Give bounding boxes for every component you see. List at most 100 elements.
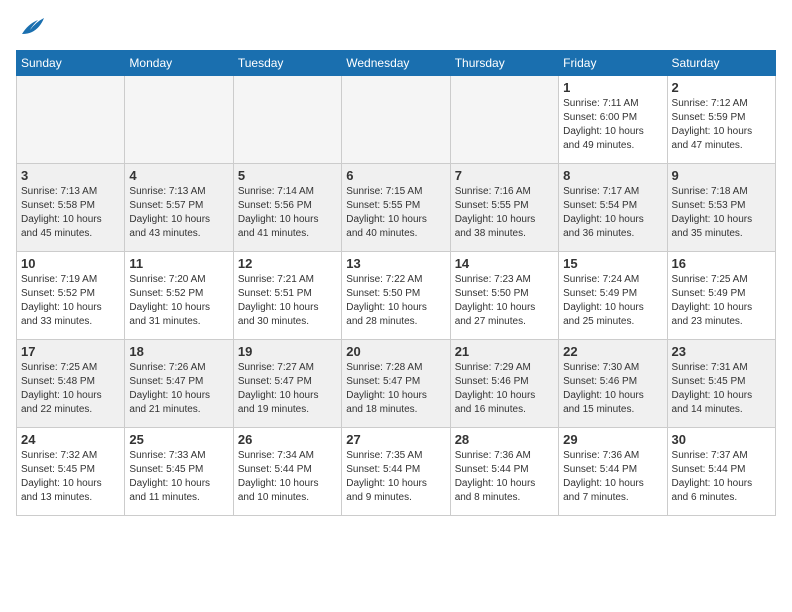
day-info: Sunrise: 7:12 AM Sunset: 5:59 PM Dayligh… xyxy=(672,97,771,153)
day-info: Sunrise: 7:33 AM Sunset: 5:45 PM Dayligh… xyxy=(129,449,228,505)
day-number: 21 xyxy=(455,344,554,359)
day-info: Sunrise: 7:19 AM Sunset: 5:52 PM Dayligh… xyxy=(21,273,120,329)
page-header xyxy=(16,16,776,38)
calendar-cell: 16Sunrise: 7:25 AM Sunset: 5:49 PM Dayli… xyxy=(667,252,775,340)
calendar-cell: 29Sunrise: 7:36 AM Sunset: 5:44 PM Dayli… xyxy=(559,428,667,516)
day-number: 20 xyxy=(346,344,445,359)
calendar-header-saturday: Saturday xyxy=(667,51,775,76)
calendar-header-row: SundayMondayTuesdayWednesdayThursdayFrid… xyxy=(17,51,776,76)
calendar-header-friday: Friday xyxy=(559,51,667,76)
day-number: 27 xyxy=(346,432,445,447)
calendar-cell: 3Sunrise: 7:13 AM Sunset: 5:58 PM Daylig… xyxy=(17,164,125,252)
calendar-cell: 18 Sunrise: 7:26 AM Sunset: 5:47 PM Dayli… xyxy=(125,340,233,428)
day-number: 7 xyxy=(455,168,554,183)
day-number: 4 xyxy=(129,168,228,183)
day-info: Sunrise: 7:16 AM Sunset: 5:55 PM Dayligh… xyxy=(455,185,554,241)
day-number: 11 xyxy=(129,256,228,271)
calendar-week-row-2: 3Sunrise: 7:13 AM Sunset: 5:58 PM Daylig… xyxy=(17,164,776,252)
calendar-cell: 7 Sunrise: 7:16 AM Sunset: 5:55 PM Daylig… xyxy=(450,164,558,252)
day-info: Sunrise: 7:25 AM Sunset: 5:48 PM Dayligh… xyxy=(21,361,120,417)
day-info: Sunrise: 7:24 AM Sunset: 5:49 PM Dayligh… xyxy=(563,273,662,329)
day-info: Sunrise: 7:28 AM Sunset: 5:47 PM Dayligh… xyxy=(346,361,445,417)
day-info: Sunrise: 7:20 AM Sunset: 5:52 PM Dayligh… xyxy=(129,273,228,329)
calendar-cell: 20 Sunrise: 7:28 AM Sunset: 5:47 PM Dayli… xyxy=(342,340,450,428)
calendar-header-wednesday: Wednesday xyxy=(342,51,450,76)
day-info: Sunrise: 7:18 AM Sunset: 5:53 PM Dayligh… xyxy=(672,185,771,241)
day-number: 14 xyxy=(455,256,554,271)
day-number: 12 xyxy=(238,256,337,271)
day-number: 19 xyxy=(238,344,337,359)
day-info: Sunrise: 7:34 AM Sunset: 5:44 PM Dayligh… xyxy=(238,449,337,505)
logo-bird-icon xyxy=(18,16,46,38)
day-number: 1 xyxy=(563,80,662,95)
day-number: 13 xyxy=(346,256,445,271)
calendar-cell: 25 Sunrise: 7:33 AM Sunset: 5:45 PM Dayli… xyxy=(125,428,233,516)
calendar-cell: 14 Sunrise: 7:23 AM Sunset: 5:50 PM Dayli… xyxy=(450,252,558,340)
day-number: 26 xyxy=(238,432,337,447)
calendar-cell: 24 Sunrise: 7:32 AM Sunset: 5:45 PM Dayli… xyxy=(17,428,125,516)
calendar-cell: 5Sunrise: 7:14 AM Sunset: 5:56 PM Daylig… xyxy=(233,164,341,252)
day-number: 22 xyxy=(563,344,662,359)
calendar-cell: 28 Sunrise: 7:36 AM Sunset: 5:44 PM Dayli… xyxy=(450,428,558,516)
day-number: 17 xyxy=(21,344,120,359)
day-info: Sunrise: 7:17 AM Sunset: 5:54 PM Dayligh… xyxy=(563,185,662,241)
day-info: Sunrise: 7:21 AM Sunset: 5:51 PM Dayligh… xyxy=(238,273,337,329)
day-number: 25 xyxy=(129,432,228,447)
calendar-cell: 19 Sunrise: 7:27 AM Sunset: 5:47 PM Dayli… xyxy=(233,340,341,428)
day-number: 28 xyxy=(455,432,554,447)
calendar-cell: 21 Sunrise: 7:29 AM Sunset: 5:46 PM Dayli… xyxy=(450,340,558,428)
calendar-week-row-4: 17 Sunrise: 7:25 AM Sunset: 5:48 PM Dayli… xyxy=(17,340,776,428)
day-number: 6 xyxy=(346,168,445,183)
day-info: Sunrise: 7:29 AM Sunset: 5:46 PM Dayligh… xyxy=(455,361,554,417)
calendar-header-tuesday: Tuesday xyxy=(233,51,341,76)
day-number: 5 xyxy=(238,168,337,183)
day-info: Sunrise: 7:25 AM Sunset: 5:49 PM Dayligh… xyxy=(672,273,771,329)
calendar-week-row-1: 1 Sunrise: 7:11 AM Sunset: 6:00 PM Daylig… xyxy=(17,76,776,164)
calendar-cell: 4Sunrise: 7:13 AM Sunset: 5:57 PM Daylig… xyxy=(125,164,233,252)
logo xyxy=(16,16,46,38)
calendar-cell: 15 Sunrise: 7:24 AM Sunset: 5:49 PM Dayli… xyxy=(559,252,667,340)
calendar-cell xyxy=(17,76,125,164)
calendar-cell xyxy=(125,76,233,164)
calendar-header-monday: Monday xyxy=(125,51,233,76)
day-number: 2 xyxy=(672,80,771,95)
calendar-cell: 8Sunrise: 7:17 AM Sunset: 5:54 PM Daylig… xyxy=(559,164,667,252)
day-info: Sunrise: 7:23 AM Sunset: 5:50 PM Dayligh… xyxy=(455,273,554,329)
day-info: Sunrise: 7:30 AM Sunset: 5:46 PM Dayligh… xyxy=(563,361,662,417)
day-number: 29 xyxy=(563,432,662,447)
calendar-cell: 26 Sunrise: 7:34 AM Sunset: 5:44 PM Dayli… xyxy=(233,428,341,516)
calendar-cell: 17 Sunrise: 7:25 AM Sunset: 5:48 PM Dayli… xyxy=(17,340,125,428)
day-number: 24 xyxy=(21,432,120,447)
day-number: 30 xyxy=(672,432,771,447)
calendar-cell: 9 Sunrise: 7:18 AM Sunset: 5:53 PM Daylig… xyxy=(667,164,775,252)
calendar-cell: 23Sunrise: 7:31 AM Sunset: 5:45 PM Dayli… xyxy=(667,340,775,428)
calendar-cell: 27Sunrise: 7:35 AM Sunset: 5:44 PM Dayli… xyxy=(342,428,450,516)
day-number: 10 xyxy=(21,256,120,271)
day-number: 18 xyxy=(129,344,228,359)
day-number: 9 xyxy=(672,168,771,183)
calendar-cell: 10 Sunrise: 7:19 AM Sunset: 5:52 PM Dayli… xyxy=(17,252,125,340)
calendar-week-row-5: 24 Sunrise: 7:32 AM Sunset: 5:45 PM Dayli… xyxy=(17,428,776,516)
calendar-week-row-3: 10 Sunrise: 7:19 AM Sunset: 5:52 PM Dayli… xyxy=(17,252,776,340)
day-info: Sunrise: 7:27 AM Sunset: 5:47 PM Dayligh… xyxy=(238,361,337,417)
day-info: Sunrise: 7:26 AM Sunset: 5:47 PM Dayligh… xyxy=(129,361,228,417)
day-number: 15 xyxy=(563,256,662,271)
calendar-cell: 11 Sunrise: 7:20 AM Sunset: 5:52 PM Dayli… xyxy=(125,252,233,340)
calendar-header-thursday: Thursday xyxy=(450,51,558,76)
calendar-cell: 12 Sunrise: 7:21 AM Sunset: 5:51 PM Dayli… xyxy=(233,252,341,340)
day-info: Sunrise: 7:36 AM Sunset: 5:44 PM Dayligh… xyxy=(455,449,554,505)
calendar-cell xyxy=(342,76,450,164)
day-info: Sunrise: 7:31 AM Sunset: 5:45 PM Dayligh… xyxy=(672,361,771,417)
calendar-cell: 1 Sunrise: 7:11 AM Sunset: 6:00 PM Daylig… xyxy=(559,76,667,164)
day-info: Sunrise: 7:11 AM Sunset: 6:00 PM Dayligh… xyxy=(563,97,662,153)
day-info: Sunrise: 7:15 AM Sunset: 5:55 PM Dayligh… xyxy=(346,185,445,241)
calendar-cell xyxy=(233,76,341,164)
calendar-table: SundayMondayTuesdayWednesdayThursdayFrid… xyxy=(16,50,776,516)
calendar-header-sunday: Sunday xyxy=(17,51,125,76)
day-info: Sunrise: 7:37 AM Sunset: 5:44 PM Dayligh… xyxy=(672,449,771,505)
day-info: Sunrise: 7:32 AM Sunset: 5:45 PM Dayligh… xyxy=(21,449,120,505)
day-info: Sunrise: 7:13 AM Sunset: 5:58 PM Dayligh… xyxy=(21,185,120,241)
calendar-cell xyxy=(450,76,558,164)
calendar-cell: 22 Sunrise: 7:30 AM Sunset: 5:46 PM Dayli… xyxy=(559,340,667,428)
calendar-cell: 30 Sunrise: 7:37 AM Sunset: 5:44 PM Dayli… xyxy=(667,428,775,516)
